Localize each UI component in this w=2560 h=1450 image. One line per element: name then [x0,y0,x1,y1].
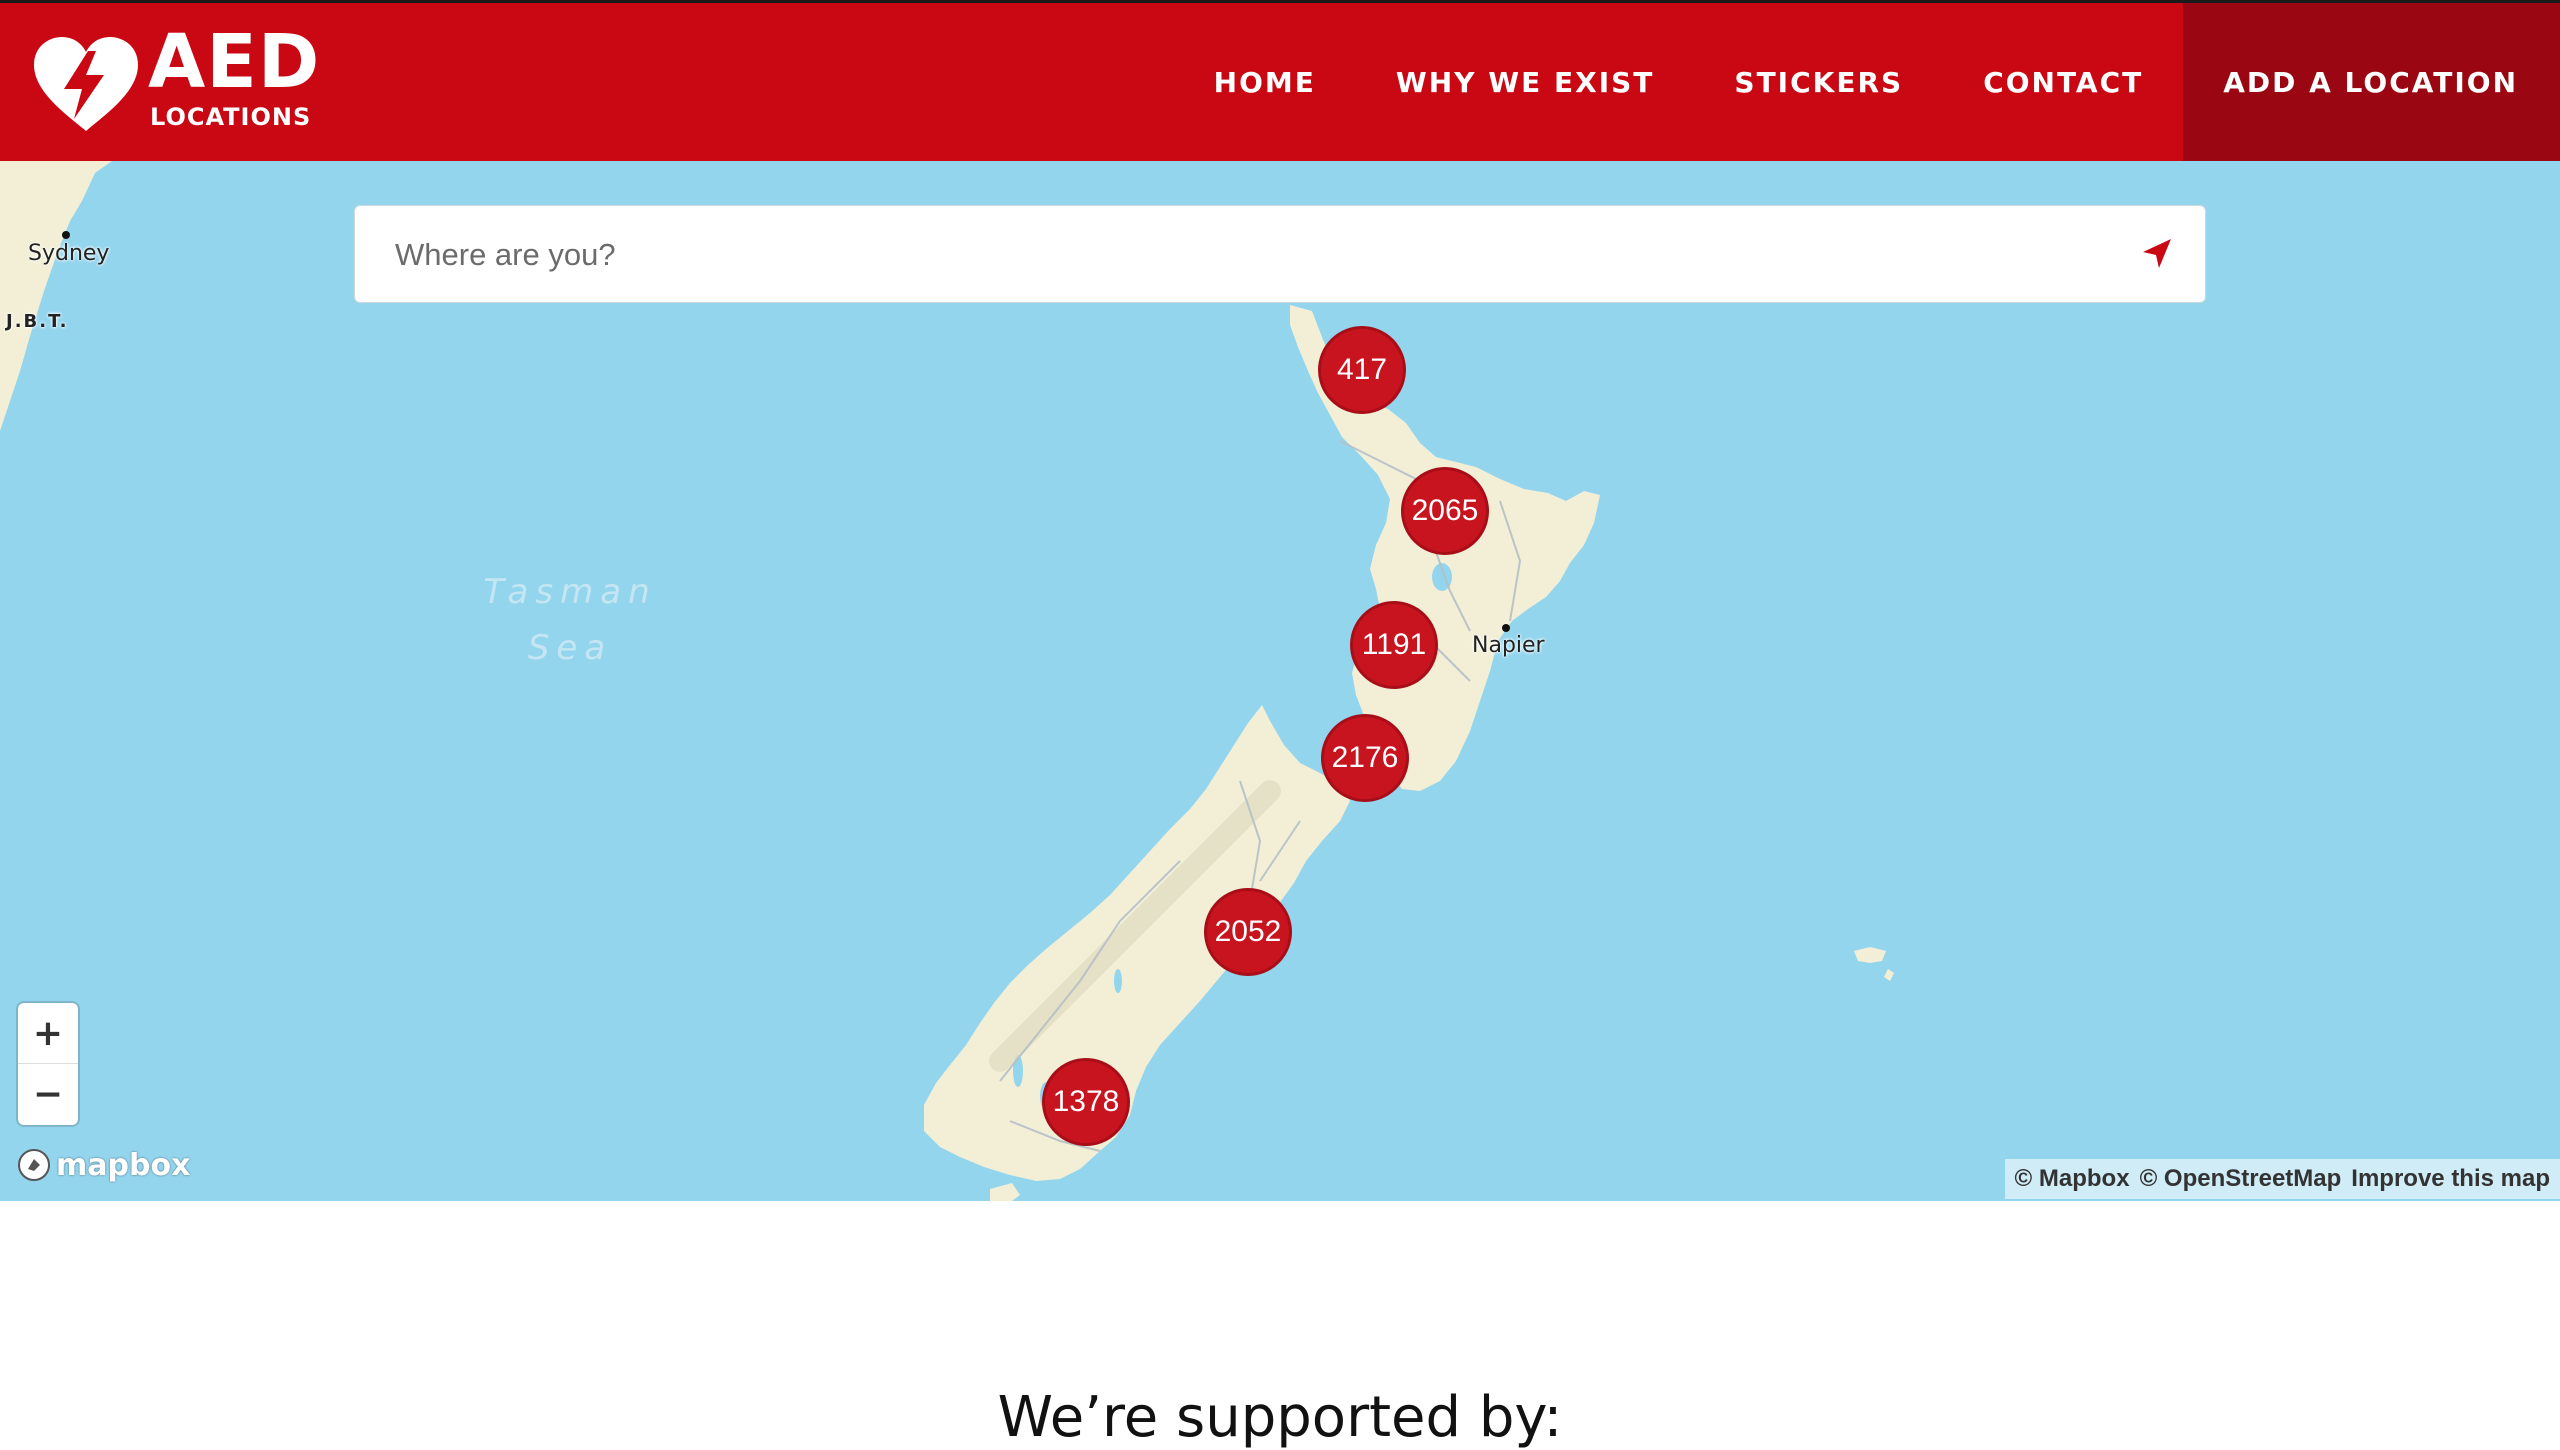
locate-me-icon[interactable] [2139,236,2175,272]
logo-subtitle: LOCATIONS [150,103,312,131]
main-nav: HOME WHY WE EXIST STICKERS CONTACT ADD A… [1174,3,2560,161]
nav-stickers[interactable]: STICKERS [1694,3,1943,161]
location-search-input[interactable] [393,206,2097,304]
location-search-bar [354,205,2206,304]
mapbox-wordmark: mapbox [56,1147,191,1183]
map[interactable]: Sydney J.B.T. Napier Tasman Sea 417 2065… [0,161,2560,1201]
zoom-out-button[interactable]: − [18,1063,78,1124]
zoom-in-button[interactable]: + [18,1003,78,1063]
site-logo[interactable]: AED LOCATIONS [30,25,330,135]
supported-by-heading: We’re supported by: [997,1385,1563,1450]
australia-landmass [0,161,112,431]
sydney-marker [62,231,70,239]
cluster-marker[interactable]: 1191 [1350,601,1438,689]
sea-label-line2: Sea [527,628,613,668]
logo-title: AED [148,19,321,105]
sea-label-line1: Tasman [483,572,657,612]
label-sydney: Sydney [28,241,110,266]
heart-bolt-icon [34,37,138,131]
cluster-marker[interactable]: 1378 [1042,1058,1130,1146]
mapbox-logo[interactable]: mapbox [16,1145,190,1185]
label-tasman-sea: Tasman Sea [470,564,670,676]
nav-why-we-exist[interactable]: WHY WE EXIST [1356,3,1695,161]
improve-map-link[interactable]: Improve this map [2351,1165,2550,1193]
site-header: AED LOCATIONS HOME WHY WE EXIST STICKERS… [0,0,2560,161]
cluster-marker[interactable]: 417 [1318,326,1406,414]
lake-pukaki [1114,969,1122,993]
label-jbt: J.B.T. [6,311,69,332]
cluster-marker[interactable]: 2176 [1321,714,1409,802]
label-napier: Napier [1472,633,1545,658]
mapbox-icon [18,1149,50,1181]
chatham-islands-landmass [1854,947,1894,981]
attribution-osm-link[interactable]: © OpenStreetMap [2140,1165,2342,1193]
nav-contact[interactable]: CONTACT [1943,3,2183,161]
add-location-button[interactable]: ADD A LOCATION [2183,3,2560,161]
attribution-mapbox-link[interactable]: © Mapbox [2015,1165,2130,1193]
cluster-marker[interactable]: 2065 [1401,467,1489,555]
zoom-control: + − [18,1003,78,1125]
map-basemap [0,161,1894,1201]
map-attribution: © Mapbox © OpenStreetMap Improve this ma… [2004,1159,2560,1199]
nav-home[interactable]: HOME [1174,3,1356,161]
stewart-island-landmass [990,1183,1020,1201]
napier-marker [1502,624,1510,632]
cluster-marker[interactable]: 2052 [1204,888,1292,976]
